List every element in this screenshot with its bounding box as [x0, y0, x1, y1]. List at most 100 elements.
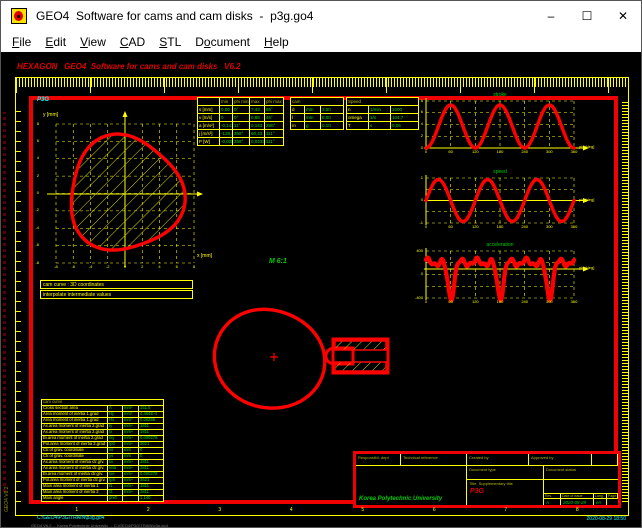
table-row: Ax.area moment of inertia 2.gradIymm⁴181… — [42, 424, 164, 430]
profile-xtick: -4 — [86, 265, 96, 269]
profile-ytick: -6 — [27, 243, 39, 247]
menu-item-help[interactable]: Help — [257, 35, 296, 49]
table-row: j [m/s³]-128,4358°60,43111° — [198, 130, 284, 138]
menu-item-view[interactable]: View — [73, 35, 113, 49]
chart-x-axis-label: phi [deg] — [579, 266, 594, 270]
chart-xtick: 0 — [420, 300, 432, 304]
profile-ytick: 8 — [27, 122, 39, 126]
banner-text: HEXAGON GEO4 Software for cams and cam d… — [17, 62, 241, 71]
table-row: Pol.area moment of inertia 2.gradIp0mm⁴3… — [42, 442, 164, 448]
chart-xtick: 240 — [519, 150, 531, 154]
table-row: lmm8,00 — [291, 114, 344, 122]
title-block-sub-value: en — [594, 499, 607, 505]
zone-number: 7 — [470, 507, 542, 513]
title-block-header: Approved by — [529, 454, 592, 466]
menu-item-cad[interactable]: CAD — [113, 35, 152, 49]
chart-ytick: 1 — [405, 176, 423, 180]
chart-ytick: 400 — [405, 249, 423, 253]
properties-table-grid: cam curveCross section areaAmm²151,5Area… — [41, 399, 164, 502]
table-row: Bi.area moment of inertia 2.gradIxymm⁴0,… — [42, 436, 164, 442]
right-ruler-ticks — [622, 102, 628, 502]
menu-item-file[interactable]: File — [5, 35, 38, 49]
profile-ytick: 0 — [27, 191, 39, 195]
zone-number: 3 — [184, 507, 256, 513]
table-row: Pol.area moment of inertia ctr.grv.IpSmm… — [42, 478, 164, 484]
chart-xtick: 60 — [445, 150, 457, 154]
top-ruler-major-ticks — [16, 78, 627, 93]
table-row: Ax.area moment of inertia ctr.grv.Ietamm… — [42, 466, 164, 472]
chart-xtick: 120 — [469, 300, 481, 304]
menu-item-document[interactable]: Document — [188, 35, 257, 49]
profile-xtick: 0 — [120, 265, 130, 269]
profile-ytick: 6 — [27, 139, 39, 143]
timestamp-text: 2020-08-29 18:50 — [541, 517, 626, 523]
left-ruler-ticks — [16, 102, 21, 502]
table-row: dmm3,00 — [291, 106, 344, 114]
menu-item-stl[interactable]: STL — [152, 35, 188, 49]
minimize-button[interactable]: – — [533, 1, 569, 31]
title-block-sub-value: A — [544, 499, 561, 505]
chart-title-stroke: stroke — [426, 92, 574, 98]
table-row: v [m/s]00°0,8846° — [198, 114, 284, 122]
app-icon — [11, 8, 27, 24]
zone-number: 8 — [542, 507, 614, 513]
profile-ytick: -8 — [27, 261, 39, 265]
zone-number: 6 — [399, 507, 471, 513]
profile-xtick: 6 — [172, 265, 182, 269]
title-block: Responsibil. deptTechnical referenceCrea… — [353, 451, 621, 508]
cam-mechanism-drawing — [211, 294, 406, 424]
table-row: a [m/s²]-0,14311°0,143280° — [198, 122, 284, 130]
chart-xtick: 240 — [519, 300, 531, 304]
title-block-sub-value — [607, 499, 618, 505]
drawing-canvas[interactable]: HEXAGON GEO4 Software for cams and cam d… — [1, 52, 642, 528]
doc-type-cell: Document type — [467, 466, 544, 480]
follower-guide-hatch-top — [335, 341, 386, 350]
title-bar: GEO4 Software for cams and cam disks - p… — [1, 1, 641, 31]
chart-x-axis-label: phi [deg] — [579, 198, 594, 202]
profile-xtick: -8 — [51, 265, 61, 269]
close-button[interactable]: ✕ — [605, 1, 641, 31]
app-window: GEO4 Software for cams and cam disks - p… — [0, 0, 642, 528]
chart-ytick: 0 — [405, 198, 423, 202]
cam-table-grid: camdmm3,00lmm8,00mg0,10 — [290, 97, 344, 130]
side-note-text: GEO4 V6.2 — [4, 486, 10, 512]
profile-xtick: 2 — [137, 265, 147, 269]
chart-xtick: 180 — [494, 225, 506, 229]
profile-ytick: 4 — [27, 156, 39, 160]
diagram-charts — [416, 96, 611, 311]
cam-profile-curve — [71, 134, 185, 250]
profile-xtick: 4 — [155, 265, 165, 269]
chart-xtick: 120 — [469, 225, 481, 229]
chart-ytick: 6 — [405, 110, 423, 114]
title-block-header: Created by — [467, 454, 529, 466]
table-row: mg0,10 — [291, 122, 344, 130]
chart-ytick: 2 — [405, 134, 423, 138]
title-block-header: Technical reference — [401, 454, 467, 466]
doc-status-cell: Document status — [544, 466, 618, 480]
follower-guide-hatch-bottom — [335, 362, 386, 371]
chart-xtick: 120 — [469, 150, 481, 154]
title-block-header — [592, 454, 618, 466]
chart-xtick: 240 — [519, 225, 531, 229]
chart-title-acceleration: acceleration — [426, 242, 574, 248]
maximize-button[interactable]: ☐ — [569, 1, 605, 31]
cam-disk-outline — [214, 309, 324, 408]
chart-xtick: 300 — [543, 300, 555, 304]
chart-xtick: 180 — [494, 300, 506, 304]
info-box-2: interpolate intermediate values — [40, 290, 193, 299]
x-axis-arrow — [197, 192, 203, 197]
document-title-value: P3G — [470, 488, 484, 495]
chart-ytick: 4 — [405, 122, 423, 126]
chart-xtick: 60 — [445, 225, 457, 229]
profile-xtick: 8 — [189, 265, 199, 269]
zone-number: 4 — [256, 507, 328, 513]
cam-properties-table: cam curveCross section areaAmm²151,5Area… — [41, 399, 164, 502]
scale-note: M 6:1 — [269, 258, 287, 265]
table-row: Ax.area moment of inertia 2.gradIxmm⁴181… — [42, 430, 164, 436]
window-controls: – ☐ ✕ — [533, 1, 641, 31]
menu-item-edit[interactable]: Edit — [38, 35, 73, 49]
table-row: Bi.area moment of inertia ctr.grv.Ixemm⁴… — [42, 472, 164, 478]
profile-xtick: -2 — [103, 265, 113, 269]
profile-ytick: 2 — [27, 174, 39, 178]
profile-label: P3G — [37, 97, 49, 103]
